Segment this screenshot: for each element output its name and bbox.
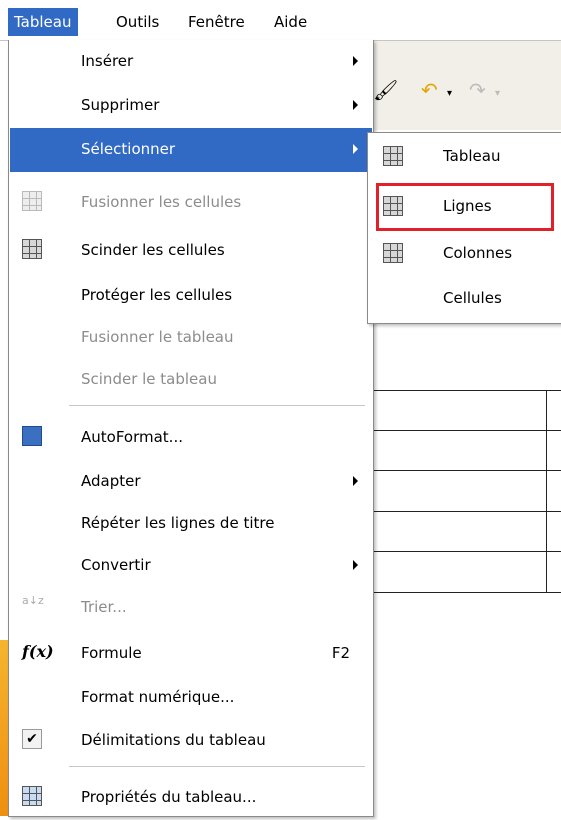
split-cells-icon bbox=[22, 239, 42, 259]
table-line bbox=[373, 430, 561, 431]
submenu-item-tableau[interactable]: Tableau bbox=[369, 135, 561, 179]
autoformat-icon bbox=[22, 426, 42, 446]
menu-item-trier[interactable]: a↓z Trier... bbox=[10, 586, 372, 630]
submenu-item-cellules[interactable]: Cellules bbox=[369, 277, 561, 321]
menu-outils[interactable]: Outils bbox=[110, 8, 165, 36]
shortcut-label: F2 bbox=[331, 644, 350, 662]
submenu-arrow-icon bbox=[353, 144, 358, 154]
menu-item-autoformat[interactable]: AutoFormat... bbox=[10, 416, 372, 460]
submenu-item-label: Colonnes bbox=[443, 244, 513, 262]
table-line bbox=[373, 592, 561, 593]
menu-item-label: Insérer bbox=[81, 52, 134, 70]
submenu-item-label: Cellules bbox=[443, 289, 502, 307]
menu-item-format-numerique[interactable]: Format numérique... bbox=[10, 676, 372, 720]
menu-item-label: Délimitations du tableau bbox=[81, 731, 266, 749]
menu-item-label: Protéger les cellules bbox=[81, 286, 233, 304]
menu-item-label: Supprimer bbox=[81, 96, 160, 114]
submenu-arrow-icon bbox=[353, 476, 358, 486]
table-line bbox=[373, 470, 561, 471]
sort-icon: a↓z bbox=[22, 594, 44, 607]
menu-item-label: Fusionner les cellules bbox=[81, 193, 242, 211]
menu-item-label: AutoFormat... bbox=[81, 428, 183, 446]
menu-item-supprimer[interactable]: Supprimer bbox=[10, 84, 372, 128]
menu-item-inserer[interactable]: Insérer bbox=[10, 40, 372, 84]
menu-item-scinder-cellules[interactable]: Scinder les cellules bbox=[10, 229, 372, 273]
menu-item-convertir[interactable]: Convertir bbox=[10, 544, 372, 588]
menu-item-label: Adapter bbox=[81, 472, 141, 490]
menu-item-label: Scinder le tableau bbox=[81, 370, 217, 388]
table-line bbox=[373, 551, 561, 552]
menu-item-label: Sélectionner bbox=[81, 140, 176, 158]
menu-item-delimitations[interactable]: ✔ Délimitations du tableau bbox=[10, 719, 372, 763]
merge-cells-icon bbox=[22, 191, 42, 211]
menu-item-selectionner[interactable]: Sélectionner bbox=[10, 128, 372, 172]
submenu-arrow-icon bbox=[353, 100, 358, 110]
toolbar-background: 🖌 ↶ ▾ ↷ ▾ bbox=[373, 40, 561, 130]
menu-item-adapter[interactable]: Adapter bbox=[10, 460, 372, 504]
redo-dropdown-icon[interactable]: ▾ bbox=[495, 84, 500, 104]
menu-item-label: Format numérique... bbox=[81, 688, 235, 706]
table-column-line bbox=[546, 390, 547, 592]
select-columns-icon bbox=[383, 243, 403, 263]
menu-item-proprietes-tableau[interactable]: Propriétés du tableau... bbox=[10, 776, 372, 820]
redo-icon[interactable]: ↷ bbox=[469, 80, 486, 100]
submenu-item-label: Tableau bbox=[443, 147, 501, 165]
menu-item-label: Fusionner le tableau bbox=[81, 328, 234, 346]
menu-item-fusionner-tableau[interactable]: Fusionner le tableau bbox=[10, 316, 372, 360]
menubar: Tableau Outils Fenêtre Aide bbox=[0, 0, 561, 41]
menu-item-repeter-lignes-titre[interactable]: Répéter les lignes de titre bbox=[10, 502, 372, 546]
submenu-arrow-icon bbox=[353, 56, 358, 66]
paint-bucket-icon: 🖌 bbox=[373, 78, 399, 102]
menu-item-label: Convertir bbox=[81, 556, 151, 574]
submenu-item-colonnes[interactable]: Colonnes bbox=[369, 232, 561, 276]
menu-item-label: Répéter les lignes de titre bbox=[81, 514, 275, 532]
highlight-box bbox=[376, 183, 554, 231]
checkmark-icon: ✔ bbox=[22, 729, 42, 749]
table-line bbox=[373, 511, 561, 512]
menu-separator bbox=[69, 766, 365, 767]
menu-aide[interactable]: Aide bbox=[268, 8, 313, 36]
undo-icon[interactable]: ↶ bbox=[421, 80, 438, 100]
select-table-icon bbox=[383, 146, 403, 166]
table-line bbox=[373, 390, 561, 391]
formula-icon: f(x) bbox=[22, 642, 54, 661]
menu-tableau[interactable]: Tableau bbox=[8, 8, 78, 36]
submenu-arrow-icon bbox=[353, 560, 358, 570]
menu-item-fusionner-cellules[interactable]: Fusionner les cellules bbox=[10, 181, 372, 225]
menu-item-label: Formule bbox=[81, 644, 142, 662]
menu-item-label: Scinder les cellules bbox=[81, 241, 225, 259]
menu-item-label: Propriétés du tableau... bbox=[81, 788, 257, 806]
menu-item-proteger-cellules[interactable]: Protéger les cellules bbox=[10, 274, 372, 318]
menu-item-label: Trier... bbox=[81, 598, 127, 616]
menu-item-formule[interactable]: f(x) Formule F2 bbox=[10, 632, 372, 676]
menu-separator bbox=[69, 405, 365, 406]
table-properties-icon bbox=[22, 786, 42, 806]
tableau-menu: Insérer Supprimer Sélectionner Fusionner… bbox=[8, 40, 374, 817]
menu-item-scinder-tableau[interactable]: Scinder le tableau bbox=[10, 358, 372, 402]
menu-fenetre[interactable]: Fenêtre bbox=[182, 8, 251, 36]
undo-dropdown-icon[interactable]: ▾ bbox=[447, 84, 452, 104]
